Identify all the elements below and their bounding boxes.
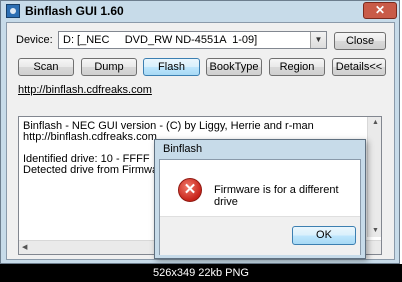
error-icon: ✕ — [178, 178, 202, 202]
chevron-down-icon[interactable]: ▼ — [310, 32, 326, 48]
log-line: http://binflash.cdfreaks.com — [23, 131, 157, 143]
device-select[interactable]: D: [_NEC DVD_RW ND-4551A 1-09] ▼ — [58, 31, 327, 49]
ok-button[interactable]: OK — [292, 226, 356, 245]
flash-button[interactable]: Flash — [143, 58, 200, 76]
scroll-left-icon[interactable]: ◀ — [22, 243, 27, 251]
dialog-message: Firmware is for a different drive — [214, 184, 339, 208]
dialog-body: ✕ Firmware is for a different drive OK — [159, 159, 361, 255]
app-icon — [6, 4, 20, 18]
scan-button[interactable]: Scan — [18, 58, 74, 76]
binflash-link[interactable]: http://binflash.cdfreaks.com — [18, 84, 152, 96]
device-selected-value: D: [_NEC DVD_RW ND-4551A 1-09] — [63, 34, 258, 46]
scroll-down-icon[interactable]: ▼ — [372, 227, 379, 234]
close-button[interactable]: Close — [334, 32, 386, 50]
dump-button[interactable]: Dump — [81, 58, 137, 76]
image-caption: 526x349 22kb PNG — [0, 264, 402, 282]
booktype-button[interactable]: BookType — [206, 58, 262, 76]
title-bar[interactable]: Binflash GUI 1.60 ✕ — [1, 1, 399, 21]
vertical-scrollbar[interactable]: ▲ ▼ — [367, 117, 381, 237]
device-label: Device: — [16, 34, 53, 46]
window-close-button[interactable]: ✕ — [363, 2, 397, 19]
dialog-title: Binflash — [163, 143, 203, 155]
region-button[interactable]: Region — [269, 58, 325, 76]
window-title: Binflash GUI 1.60 — [25, 4, 124, 18]
error-dialog: Binflash ✕ Firmware is for a different d… — [154, 139, 366, 259]
dialog-footer: OK — [160, 216, 360, 255]
scroll-up-icon[interactable]: ▲ — [372, 119, 379, 126]
details-button[interactable]: Details<< — [332, 58, 386, 76]
